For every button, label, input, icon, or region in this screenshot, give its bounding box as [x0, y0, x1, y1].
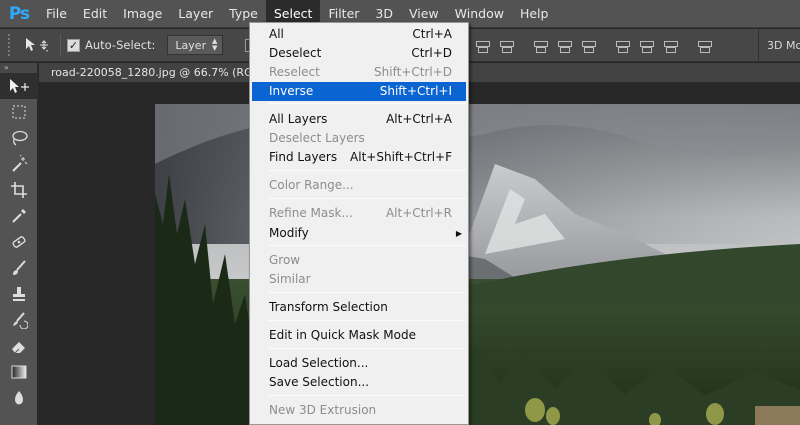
- menu-item-label: Transform Selection: [269, 300, 388, 314]
- menu-item-label: Find Layers: [269, 150, 338, 164]
- distribute-left-icon[interactable]: [614, 38, 630, 54]
- menu-item-inverse[interactable]: Inverse Shift+Ctrl+I: [252, 82, 466, 101]
- distribute-bottom-icon[interactable]: [580, 38, 596, 54]
- menu-item-modify[interactable]: Modify ▶: [252, 224, 466, 243]
- menu-item-label: Inverse: [269, 84, 314, 98]
- menu-item-label: Refine Mask...: [269, 206, 353, 220]
- menu-help[interactable]: Help: [512, 0, 557, 28]
- menu-item-label: New 3D Extrusion: [269, 403, 377, 417]
- auto-select-target-value: Layer: [175, 38, 207, 52]
- move-tool-icon[interactable]: [0, 73, 38, 99]
- menu-item-label: Grow: [269, 253, 301, 267]
- submenu-arrow-icon: ▶: [455, 229, 462, 238]
- auto-select-label: Auto-Select:: [85, 38, 156, 52]
- gradient-tool-icon[interactable]: [0, 359, 38, 385]
- distribute-horizontal-icon[interactable]: [638, 38, 654, 54]
- menu-item-load-selection[interactable]: Load Selection...: [252, 354, 466, 373]
- clone-stamp-tool-icon[interactable]: [0, 281, 38, 307]
- document-tab-title: road-220058_1280.jpg @ 66.7% (RGB/8: [51, 66, 271, 79]
- menu-file[interactable]: File: [38, 0, 75, 28]
- menu-item-grow[interactable]: Grow: [252, 251, 466, 270]
- magic-wand-tool-icon[interactable]: [0, 151, 38, 177]
- photoshop-logo: Ps: [8, 3, 30, 24]
- auto-align-icon[interactable]: [696, 38, 712, 54]
- menu-item-shortcut: Alt+Ctrl+R: [385, 206, 452, 220]
- menu-item-all-layers[interactable]: All Layers Alt+Ctrl+A: [252, 110, 466, 129]
- menu-item-label: Deselect: [269, 46, 322, 60]
- menu-edit[interactable]: Edit: [75, 0, 115, 28]
- move-tool-preset-icon[interactable]: [20, 34, 54, 56]
- menu-item-label: Color Range...: [269, 178, 354, 192]
- history-brush-tool-icon[interactable]: [0, 307, 38, 333]
- brush-tool-icon[interactable]: [0, 255, 38, 281]
- menu-item-shortcut: Ctrl+A: [412, 27, 452, 41]
- align-bottom-icon[interactable]: [498, 38, 514, 54]
- 3d-mode-label: 3D Mode:: [758, 29, 800, 62]
- align-center-icon[interactable]: [474, 38, 490, 54]
- menu-item-label: Save Selection...: [269, 375, 370, 389]
- menu-item-label: All Layers: [269, 112, 328, 126]
- marquee-tool-icon[interactable]: [0, 99, 38, 125]
- menu-item-new-3d-extrusion[interactable]: New 3D Extrusion: [252, 401, 466, 420]
- menu-item-deselect[interactable]: Deselect Ctrl+D: [252, 44, 466, 63]
- menu-separator: [268, 320, 466, 321]
- options-grip[interactable]: [8, 34, 14, 56]
- toolbox: »: [0, 63, 38, 425]
- eyedropper-tool-icon[interactable]: [0, 203, 38, 229]
- menu-separator: [268, 395, 466, 396]
- auto-select-target-dropdown[interactable]: Layer ▲ ▼: [167, 35, 224, 55]
- select-menu-dropdown: All Ctrl+A Deselect Ctrl+D Reselect Shif…: [249, 22, 469, 425]
- menu-item-shortcut: Ctrl+D: [411, 46, 452, 60]
- distribute-vertical-icon[interactable]: [556, 38, 572, 54]
- menu-separator: [268, 170, 466, 171]
- lasso-tool-icon[interactable]: [0, 125, 38, 151]
- menu-item-shortcut: Shift+Ctrl+I: [379, 84, 452, 98]
- eraser-tool-icon[interactable]: [0, 333, 38, 359]
- menu-separator: [268, 245, 466, 246]
- menu-item-find-layers[interactable]: Find Layers Alt+Shift+Ctrl+F: [252, 148, 466, 167]
- menu-item-similar[interactable]: Similar: [252, 270, 466, 289]
- distribute-top-icon[interactable]: [532, 38, 548, 54]
- menu-item-deselect-layers[interactable]: Deselect Layers: [252, 129, 466, 148]
- menu-item-save-selection[interactable]: Save Selection...: [252, 373, 466, 392]
- menu-separator: [268, 198, 466, 199]
- menu-item-refine-mask[interactable]: Refine Mask... Alt+Ctrl+R: [252, 204, 466, 223]
- menu-item-shortcut: Shift+Ctrl+D: [374, 65, 452, 79]
- menu-item-label: Load Selection...: [269, 356, 369, 370]
- toolbox-collapse-icon[interactable]: »: [0, 63, 37, 73]
- menu-item-shortcut: Alt+Shift+Ctrl+F: [350, 150, 452, 164]
- menu-item-all[interactable]: All Ctrl+A: [252, 25, 466, 44]
- menu-item-label: Similar: [269, 272, 311, 286]
- menu-image[interactable]: Image: [115, 0, 170, 28]
- healing-brush-tool-icon[interactable]: [0, 229, 38, 255]
- menu-separator: [268, 103, 466, 104]
- crop-tool-icon[interactable]: [0, 177, 38, 203]
- menu-item-label: Deselect Layers: [269, 131, 365, 145]
- menu-item-reselect[interactable]: Reselect Shift+Ctrl+D: [252, 63, 466, 82]
- menu-separator: [268, 348, 466, 349]
- menu-item-transform-selection[interactable]: Transform Selection: [252, 298, 466, 317]
- blur-tool-icon[interactable]: [0, 385, 38, 411]
- menu-item-color-range[interactable]: Color Range...: [252, 176, 466, 195]
- options-separator: [60, 34, 61, 56]
- distribute-right-icon[interactable]: [662, 38, 678, 54]
- menu-item-quick-mask[interactable]: Edit in Quick Mask Mode: [252, 326, 466, 345]
- align-distribute-group: [470, 29, 716, 62]
- dropdown-arrows-icon: ▲ ▼: [212, 37, 218, 52]
- menu-layer[interactable]: Layer: [170, 0, 221, 28]
- menu-separator: [268, 292, 466, 293]
- menu-item-label: Edit in Quick Mask Mode: [269, 328, 416, 342]
- menu-item-label: Reselect: [269, 65, 320, 79]
- auto-select-checkbox[interactable]: ✓: [67, 38, 80, 52]
- menu-item-label: All: [269, 27, 284, 41]
- menu-item-label: Modify: [269, 226, 309, 240]
- menu-item-shortcut: Alt+Ctrl+A: [386, 112, 452, 126]
